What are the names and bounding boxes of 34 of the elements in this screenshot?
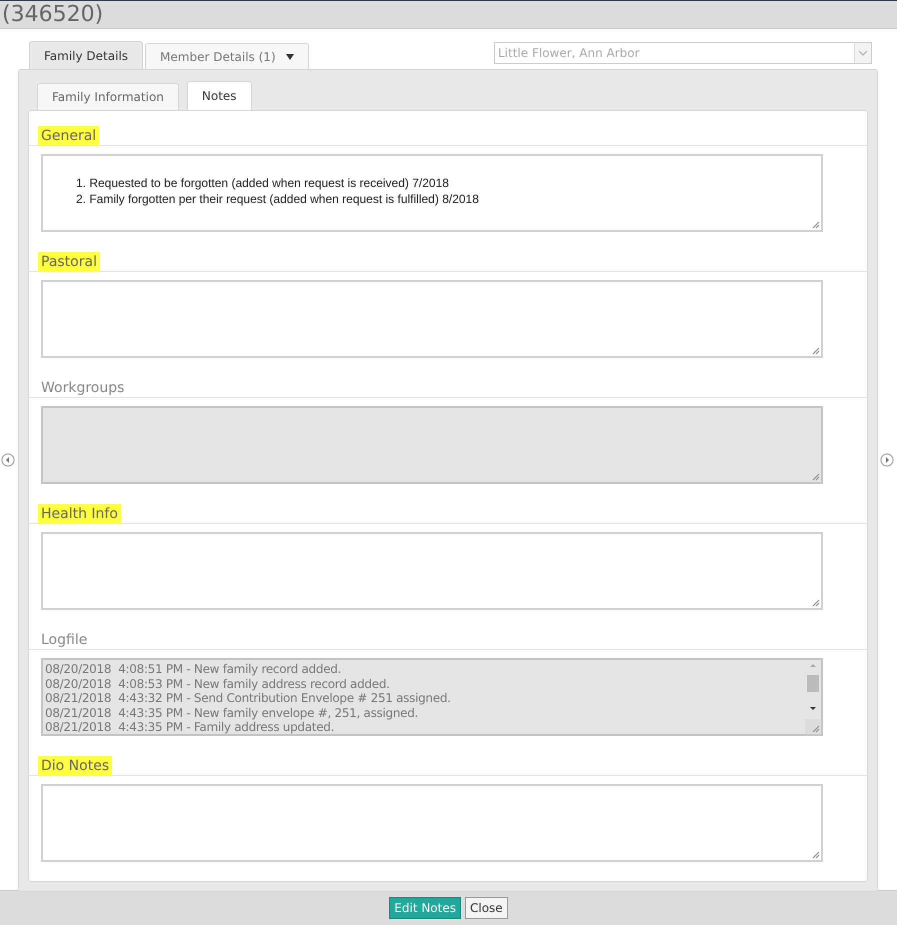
tab[interactable]: Family Details: [29, 41, 144, 69]
resize-grip-icon[interactable]: [812, 473, 820, 481]
notes-field[interactable]: [41, 532, 823, 610]
log-entry: 08/21/2018 4:43:35 PM - New family envelope #, 251, assigned.: [45, 706, 420, 720]
tab[interactable]: Member Details (1): [145, 43, 309, 69]
log-entry: 08/20/2018 4:08:53 PM - New family address record added.: [45, 676, 391, 691]
resize-grip-icon[interactable]: [812, 725, 820, 733]
window-title: (346520): [1, 2, 104, 28]
resize-grip-icon[interactable]: [812, 851, 820, 859]
section-label: Workgroups: [40, 379, 126, 398]
tab[interactable]: Notes: [186, 81, 252, 110]
section-label: Dio Notes: [38, 756, 112, 776]
notes-field[interactable]: [41, 406, 823, 484]
section-label: General: [38, 126, 100, 146]
resize-grip-icon[interactable]: [812, 221, 820, 229]
log-entry: 08/21/2018 4:43:32 PM - Send Contribution Envelope # 251 assigned.: [45, 691, 452, 706]
note-line: 2. Family forgotten per their request (added when request is fulfilled) 8/2018: [76, 191, 480, 207]
note-line: 1. Requested to be forgotten (added when request is received) 7/2018: [76, 175, 450, 191]
chevron-down-icon: [859, 50, 867, 56]
section-label: Pastoral: [38, 252, 100, 272]
notes-field[interactable]: [41, 658, 823, 736]
section-label: Logfile: [40, 631, 88, 650]
section-label: Health Info: [38, 504, 121, 524]
resize-grip-icon[interactable]: [812, 347, 820, 355]
next-icon[interactable]: [880, 453, 894, 467]
log-entry: 08/20/2018 4:08:51 PM - New family record added.: [45, 662, 342, 676]
resize-grip-icon[interactable]: [812, 599, 820, 607]
close-button[interactable]: Close: [465, 897, 508, 919]
notes-field[interactable]: [41, 784, 823, 862]
tab[interactable]: Family Information: [37, 83, 179, 110]
notes-field[interactable]: 1. Requested to be forgotten (added when request is received) 7/2018 2. Family forgotten per their request (added when request is fulfilled) 8/2018: [41, 154, 823, 232]
log-entry: 08/21/2018 4:43:35 PM - Family address updated.: [45, 720, 336, 734]
previous-icon[interactable]: [1, 453, 15, 467]
notes-field[interactable]: [41, 280, 823, 358]
